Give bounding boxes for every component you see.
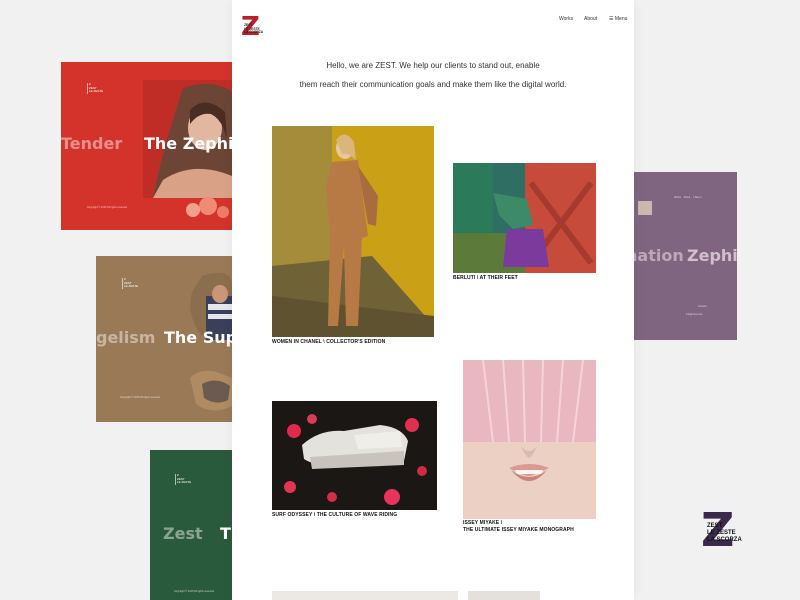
- work-caption-chanel[interactable]: WOMEN IN CHANEL \ COLLECTOR'S EDITION: [272, 339, 385, 346]
- work-image-chanel[interactable]: [272, 126, 434, 337]
- card-dim-word: Zest: [163, 524, 203, 543]
- intro-line-2: them reach their communication goals and…: [299, 80, 567, 89]
- main-page: Z ZEST LE ZESTE LA SCORZA Works About ☰ Me…: [232, 0, 634, 600]
- card-footer-text: Copyright © 2015 All rights reserved: [120, 396, 161, 399]
- project-card-red[interactable]: Z ZEST LE ZESTE Tender The Zephir Copyrigh…: [61, 62, 232, 230]
- card-logo: Z ZEST LE ZESTE: [122, 277, 139, 289]
- caption-line-1: ISSEY MIYAKE \: [463, 520, 503, 526]
- intro-line-1: Hello, we are ZEST. We help our clients …: [326, 61, 540, 70]
- work-image-next-2[interactable]: [468, 591, 540, 600]
- card-footer-text: Contact: [698, 305, 707, 308]
- card-dim-word: Tender: [61, 134, 123, 153]
- zest-logo[interactable]: Z ZEST LE ZESTE LA SCORZA: [241, 14, 264, 42]
- portrait-image: [143, 80, 232, 218]
- face-photo: [463, 360, 596, 519]
- work-caption-berluti[interactable]: BERLUTI \ AT THEIR FEET: [453, 275, 518, 282]
- card-title: The Supe: [164, 328, 232, 347]
- badge-text: ZEST LE ZESTE LA SCORZA: [707, 523, 742, 543]
- card-thumbnail: [638, 201, 652, 215]
- card-nav-text: Works About ≡ Menu: [674, 196, 702, 199]
- card-title: T: [220, 524, 231, 543]
- work-image-surf-odyssey[interactable]: [272, 401, 437, 510]
- berluti-photo: [453, 163, 596, 273]
- caption-line-2: THE ULTIMATE ISSEY MIYAKE MONOGRAPH: [463, 527, 574, 533]
- card-dim-word: gelism: [96, 328, 156, 347]
- project-card-brown[interactable]: ZZESTLE ZESTE gelism The Supe Copyright …: [96, 256, 232, 422]
- card-dim-word: nation: [634, 246, 684, 265]
- card-logo: Z ZEST LE ZESTE: [87, 82, 104, 94]
- card-title: Zephi: [687, 246, 737, 265]
- card-footer-text: info@zest.com: [686, 313, 703, 316]
- project-card-purple[interactable]: Works About ≡ Menu nation Zephi Contact …: [634, 172, 737, 340]
- card-footer-text: Copyright © 2015 All rights reserved: [174, 590, 215, 593]
- project-card-green[interactable]: Z ZEST LE ZESTE Zest T Copyright © 2015 Al…: [150, 450, 232, 600]
- sneaker-photo: [272, 401, 437, 510]
- card-title: The Zephir: [144, 134, 232, 153]
- nav-menu-button[interactable]: ☰ Menu: [609, 16, 627, 22]
- nav-works-link[interactable]: Works: [559, 16, 573, 22]
- nav-about-link[interactable]: About: [584, 16, 597, 22]
- menu-label: Menu: [614, 16, 628, 22]
- intro-text: Hello, we are ZEST. We help our clients …: [272, 56, 594, 94]
- logo-text: ZEST LE ZESTE LA SCORZA: [244, 23, 264, 35]
- card-footer-text: Copyright © 2015 All rights reserved: [87, 206, 128, 209]
- work-image-issey-miyake[interactable]: [463, 360, 596, 519]
- work-caption-issey-miyake[interactable]: ISSEY MIYAKE \ THE ULTIMATE ISSEY MIYAKE…: [463, 520, 574, 534]
- menu-icon: ☰: [609, 16, 614, 22]
- work-caption-surf-odyssey[interactable]: SURF ODYSSEY \ THE CULTURE OF WAVE RIDIN…: [272, 512, 397, 519]
- zest-badge-logo: Z ZEST LE ZESTE LA SCORZA: [701, 507, 742, 556]
- work-image-berluti[interactable]: [453, 163, 596, 273]
- chanel-photo: [272, 126, 434, 337]
- work-image-next-1[interactable]: [272, 591, 458, 600]
- card-logo: Z ZEST LE ZESTE: [175, 473, 192, 485]
